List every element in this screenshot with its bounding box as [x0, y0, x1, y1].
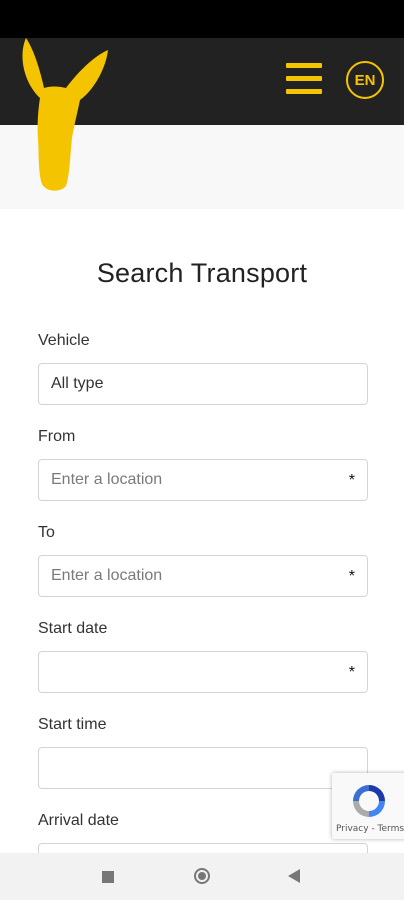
language-button[interactable]: EN — [346, 61, 384, 99]
back-button[interactable] — [288, 869, 300, 883]
arrival-date-label: Arrival date — [38, 812, 119, 829]
required-marker: * — [348, 472, 355, 489]
donkey-logo-icon[interactable] — [14, 38, 112, 193]
recents-button[interactable] — [102, 871, 114, 883]
from-label: From — [38, 428, 76, 445]
home-button[interactable] — [194, 868, 210, 884]
to-placeholder: Enter a location — [51, 567, 163, 584]
to-label: To — [38, 524, 55, 541]
vehicle-label: Vehicle — [38, 332, 90, 349]
status-bar — [0, 0, 404, 38]
page-title: Search Transport — [96, 258, 308, 288]
recaptcha-terms[interactable]: Privacy - Terms — [336, 824, 404, 834]
start-date-input[interactable]: * — [38, 651, 368, 693]
menu-button[interactable] — [286, 63, 322, 99]
start-time-label: Start time — [38, 716, 107, 733]
start-time-input[interactable] — [38, 747, 368, 789]
recaptcha-badge[interactable]: Privacy - Terms — [332, 773, 404, 839]
hamburger-icon — [286, 63, 322, 68]
required-marker: * — [348, 664, 355, 681]
start-date-label: Start date — [38, 620, 108, 637]
vehicle-select-value: All type — [51, 375, 104, 392]
recaptcha-icon — [353, 785, 385, 817]
from-input[interactable]: Enter a location * — [38, 459, 368, 501]
vehicle-select[interactable]: All type — [38, 363, 368, 405]
required-marker: * — [348, 568, 355, 585]
from-placeholder: Enter a location — [51, 471, 163, 488]
to-input[interactable]: Enter a location * — [38, 555, 368, 597]
